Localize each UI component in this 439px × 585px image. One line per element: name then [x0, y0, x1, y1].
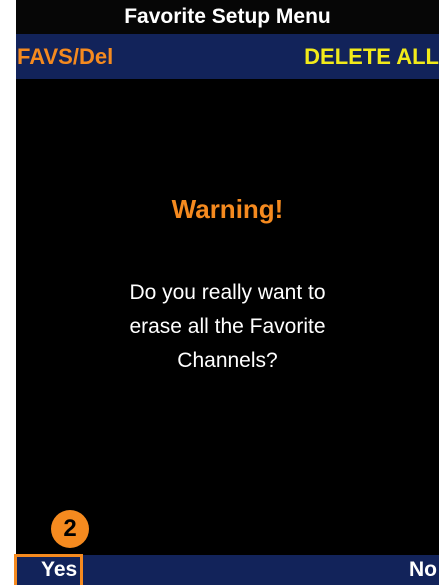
device-screen: Favorite Setup Menu FAVS/Del DELETE ALL …: [16, 0, 439, 585]
confirmation-message: Do you really want to erase all the Favo…: [56, 276, 399, 378]
message-line-3: Channels?: [177, 349, 278, 372]
softkey-bar: Yes No: [16, 555, 439, 585]
message-line-1: Do you really want to: [129, 281, 326, 304]
yes-softkey[interactable]: Yes: [16, 555, 85, 585]
menu-title: Favorite Setup Menu: [16, 0, 439, 34]
step-number-badge: 2: [51, 510, 89, 548]
message-line-2: erase all the Favorite: [129, 315, 326, 338]
no-softkey[interactable]: No: [409, 555, 439, 585]
warning-title: Warning!: [171, 194, 284, 224]
delete-all-label: DELETE ALL: [304, 44, 439, 69]
sub-header-bar: FAVS/Del DELETE ALL: [16, 34, 439, 79]
favs-del-label: FAVS/Del: [17, 44, 114, 69]
